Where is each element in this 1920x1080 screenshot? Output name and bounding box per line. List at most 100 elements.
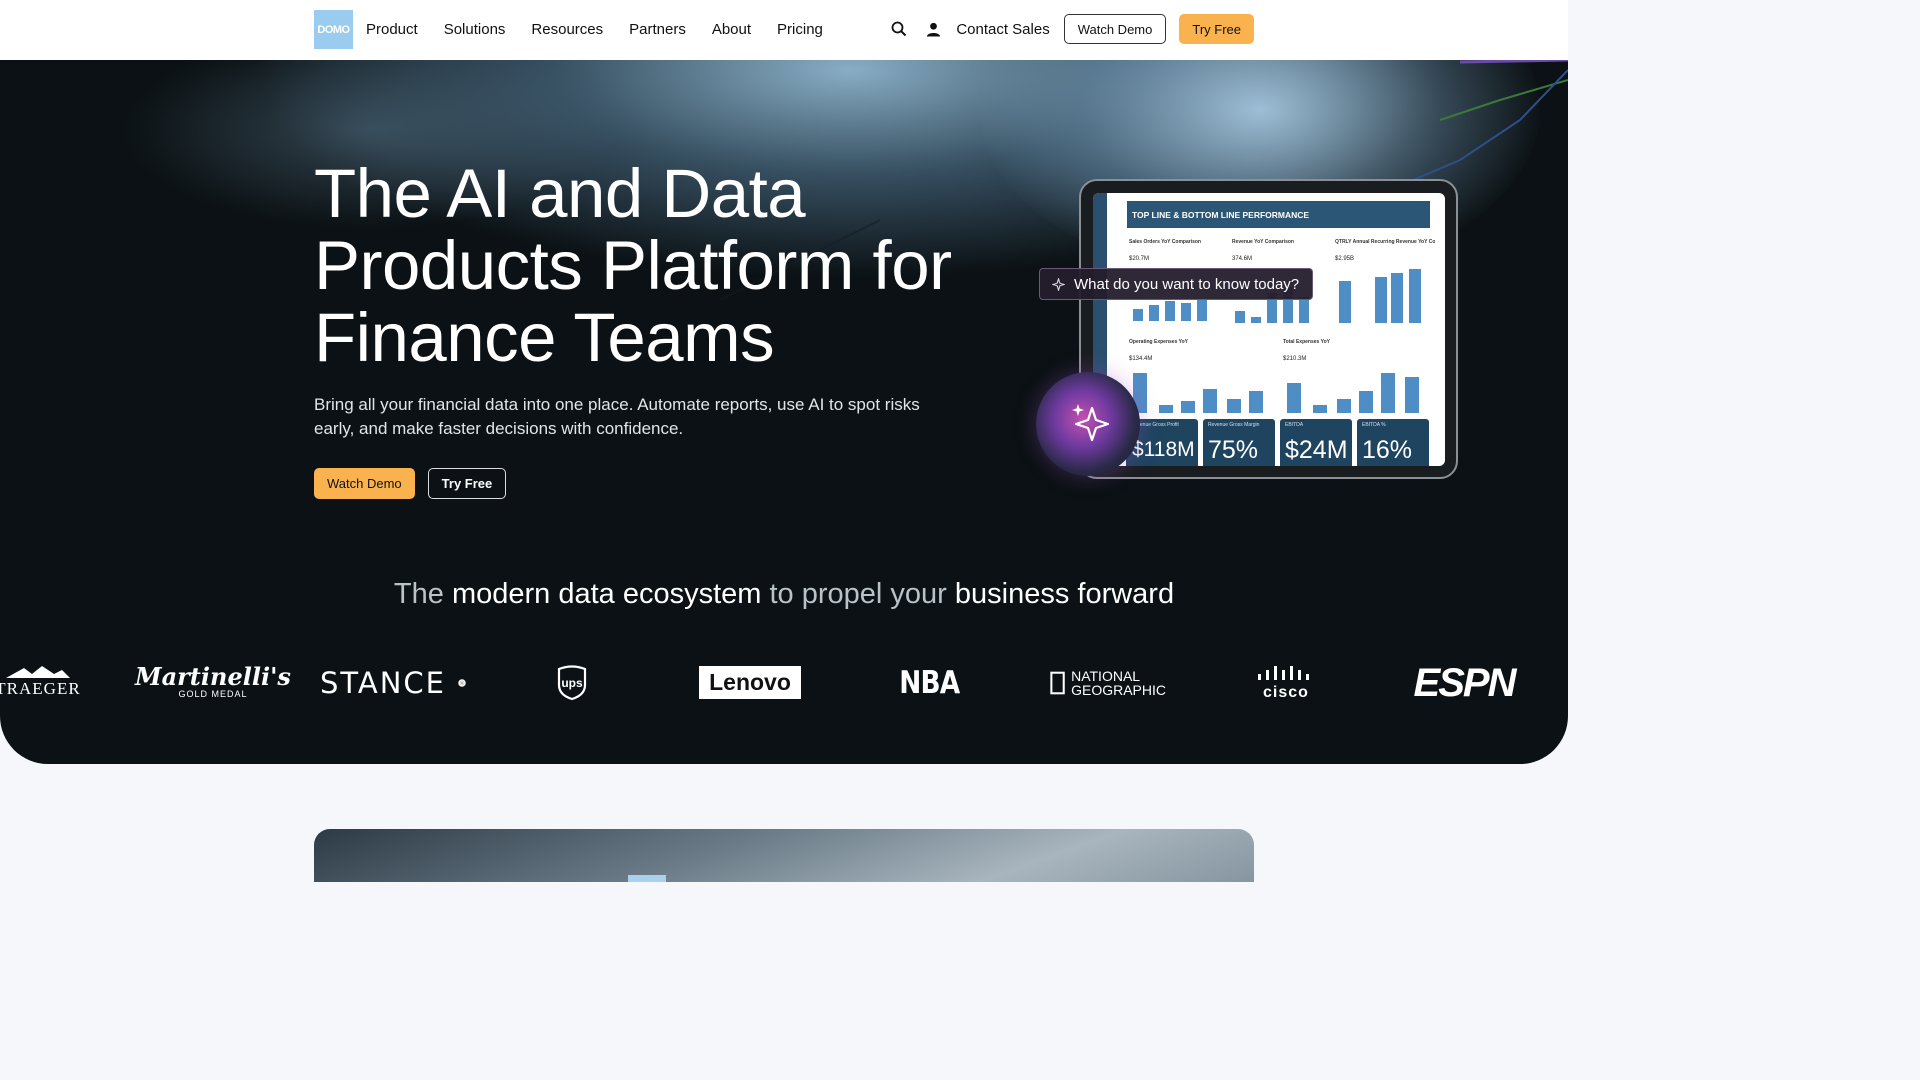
ups-logo: ups xyxy=(554,662,590,704)
kpi-tile: Revenue Gross Margin 75% xyxy=(1203,419,1275,466)
ups-wordmark: ups xyxy=(561,676,583,690)
featured-media-card[interactable] xyxy=(314,829,1254,882)
espn-logo: ESPN xyxy=(1394,660,1534,705)
stance-logo: STANCE xyxy=(320,664,466,702)
natgeo-wordmark: NATIONAL GEOGRAPHIC xyxy=(1071,669,1166,697)
hero-try-free-button[interactable]: Try Free xyxy=(427,468,507,499)
contact-sales-link[interactable]: Contact Sales xyxy=(956,21,1049,38)
traeger-logo: TRAEGER xyxy=(0,662,84,702)
chart-bar xyxy=(1133,309,1143,321)
nav-product[interactable]: Product xyxy=(366,21,418,38)
stance-emblem-icon xyxy=(458,679,466,687)
tagline-part: The xyxy=(393,578,444,610)
lenovo-logo: Lenovo xyxy=(699,666,801,699)
cisco-bars-icon xyxy=(1258,666,1309,680)
top-nav: DOMO Product Solutions Resources Partner… xyxy=(0,0,1568,60)
nav-watch-demo-button[interactable]: Watch Demo xyxy=(1063,14,1167,44)
national-geographic-logo: NATIONAL GEOGRAPHIC xyxy=(1050,664,1166,702)
cisco-logo: cisco xyxy=(1250,664,1322,704)
hero-section: The AI and Data Products Platform for Fi… xyxy=(0,60,1568,764)
panel-value: $210.3M xyxy=(1283,356,1307,362)
panel-value: $20.7M xyxy=(1129,256,1150,262)
chart-bar xyxy=(1381,373,1395,413)
martinellis-subtitle: GOLD MEDAL xyxy=(178,689,248,699)
yellow-border-icon xyxy=(1050,671,1065,695)
natgeo-line: NATIONAL xyxy=(1071,668,1141,684)
kpi-label: EBITDA % xyxy=(1362,422,1386,428)
chart-bar xyxy=(1299,297,1309,323)
nav-actions: Contact Sales Watch Demo Try Free xyxy=(888,0,1254,58)
kpi-value: 75% xyxy=(1208,436,1259,464)
chart-bar xyxy=(1235,311,1245,323)
sparkle-icon xyxy=(1072,404,1110,442)
chart-bar xyxy=(1181,303,1191,321)
nav-about[interactable]: About xyxy=(712,21,751,38)
chart-bar xyxy=(1359,391,1373,413)
user-icon[interactable] xyxy=(922,18,944,40)
panel-value: $2.95B xyxy=(1335,256,1355,262)
panel-label: Sales Orders YoY Comparison xyxy=(1129,239,1201,245)
chart-bar xyxy=(1287,383,1301,413)
nav-pricing[interactable]: Pricing xyxy=(777,21,823,38)
chart-bar xyxy=(1249,391,1263,413)
hero-headline: The AI and Data Products Platform for Fi… xyxy=(314,155,952,376)
sparkle-icon xyxy=(1050,276,1066,292)
chart-bar xyxy=(1251,317,1261,323)
chart-bar xyxy=(1159,405,1173,413)
chart-bar xyxy=(1203,389,1217,413)
nav-partners[interactable]: Partners xyxy=(629,21,686,38)
panel-value: $134.4M xyxy=(1129,356,1153,362)
tagline-part: business forward xyxy=(954,578,1175,610)
customer-logos: TRAEGER Martinelli's GOLD MEDAL STANCE u… xyxy=(0,656,1568,712)
domo-logo[interactable]: DOMO xyxy=(314,10,353,49)
stance-wordmark: STANCE xyxy=(320,666,446,700)
nav-try-free-button[interactable]: Try Free xyxy=(1179,14,1254,44)
ai-prompt-input[interactable]: What do you want to know today? xyxy=(1039,268,1313,300)
kpi-value: $118M xyxy=(1132,438,1195,461)
media-accent xyxy=(628,875,666,882)
panel-label: Revenue YoY Comparison xyxy=(1232,239,1294,245)
ai-prompt-text: What do you want to know today? xyxy=(1074,275,1300,293)
kpi-value: 16% xyxy=(1362,436,1413,464)
mountain-icon xyxy=(6,666,70,678)
tagline-part: modern data ecosystem xyxy=(451,578,762,610)
chart-bar xyxy=(1165,301,1175,321)
dashboard-screen: TOP LINE & BOTTOM LINE PERFORMANCE Sales… xyxy=(1093,193,1445,466)
martinellis-logo: Martinelli's GOLD MEDAL xyxy=(135,660,291,704)
hero-watch-demo-button[interactable]: Watch Demo xyxy=(314,468,415,499)
kpi-label: Revenue Gross Margin xyxy=(1208,422,1260,428)
chart-bar xyxy=(1405,377,1419,413)
ai-assistant-orb[interactable] xyxy=(1036,372,1140,476)
chart-bar xyxy=(1391,273,1403,323)
traeger-wordmark: TRAEGER xyxy=(0,679,81,698)
search-icon[interactable] xyxy=(888,18,910,40)
chart-bar xyxy=(1337,399,1351,413)
espn-wordmark: ESPN xyxy=(1413,660,1517,705)
chart-bar xyxy=(1197,299,1207,321)
nba-logo: NBA xyxy=(898,662,960,704)
panel-label: QTRLY Annual Recurring Revenue YoY Comps xyxy=(1335,239,1435,245)
tagline-part: to propel your xyxy=(769,578,947,610)
chart-bar xyxy=(1313,405,1327,413)
kpi-label: EBITDA xyxy=(1285,422,1304,428)
dashboard-title: TOP LINE & BOTTOM LINE PERFORMANCE xyxy=(1127,201,1430,228)
chart-bar xyxy=(1409,269,1421,323)
lenovo-wordmark: Lenovo xyxy=(709,669,791,695)
hero-subtext: Bring all your financial data into one p… xyxy=(314,395,920,438)
kpi-value: $24M xyxy=(1285,436,1348,464)
panel-label: Total Expenses YoY xyxy=(1283,339,1330,345)
kpi-tile: EBITDA % 16% xyxy=(1357,419,1429,466)
chart-bar xyxy=(1227,399,1241,413)
panel-value: 374.6M xyxy=(1232,256,1253,262)
nav-solutions[interactable]: Solutions xyxy=(444,21,506,38)
nav-links: Product Solutions Resources Partners Abo… xyxy=(366,0,823,58)
nav-resources[interactable]: Resources xyxy=(531,21,603,38)
ecosystem-tagline: The modern data ecosystem to propel your… xyxy=(0,578,1568,611)
chart-bar xyxy=(1339,281,1351,323)
martinellis-wordmark: Martinelli's xyxy=(135,662,291,691)
chart-bar xyxy=(1181,401,1195,413)
chart-bar xyxy=(1375,277,1387,323)
hero-buttons: Watch Demo Try Free xyxy=(314,468,507,499)
kpi-tile: EBITDA $24M xyxy=(1280,419,1352,466)
chart-bar xyxy=(1149,305,1159,321)
